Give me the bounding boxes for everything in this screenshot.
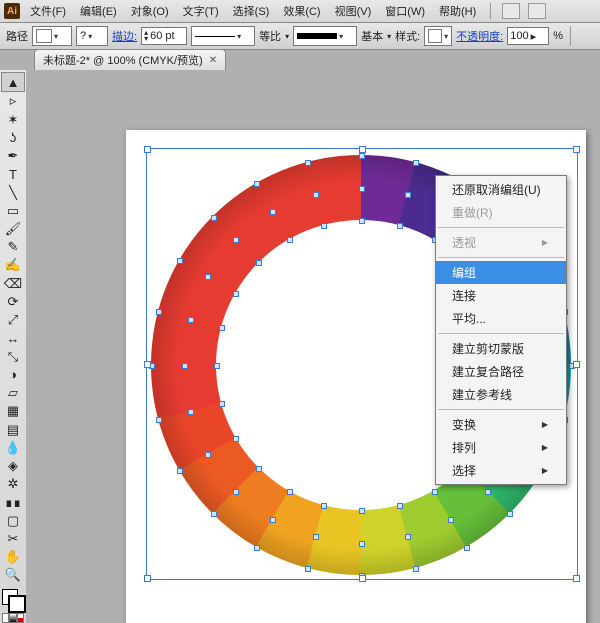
zoom-tool[interactable]: 🔍 [2, 566, 24, 584]
ctx-建立参考线[interactable]: 建立参考线 [436, 383, 566, 406]
paintbrush-tool[interactable]: 🖌 [2, 220, 24, 238]
handle-right-mid[interactable] [573, 361, 580, 368]
blob-brush-tool[interactable]: ✍ [2, 256, 24, 274]
stroke-weight-input[interactable]: ▴▾ 60 pt [141, 27, 187, 45]
menu-select[interactable]: 选择(S) [229, 1, 274, 21]
menu-window[interactable]: 窗口(W) [381, 1, 429, 21]
document-tab[interactable]: 未标题-2* @ 100% (CMYK/预览) ✕ [34, 49, 226, 70]
tab-bar: 未标题-2* @ 100% (CMYK/预览) ✕ [0, 50, 600, 71]
eyedropper-tool[interactable]: 💧 [2, 439, 24, 457]
document-tab-title: 未标题-2* @ 100% (CMYK/预览) [43, 52, 203, 68]
handle-left-mid[interactable] [144, 361, 151, 368]
scale-tool[interactable]: ⤢ [2, 311, 24, 329]
ctx-变换[interactable]: 变换 [436, 413, 566, 436]
column-graph-tool[interactable]: ∎∎ [2, 493, 24, 511]
magic-wand-tool[interactable]: ✶ [2, 110, 24, 128]
pencil-tool[interactable]: ✎ [2, 238, 24, 256]
symbol-sprayer-tool[interactable]: ✲ [2, 475, 24, 493]
basic-label: 基本 [361, 28, 383, 44]
opacity-unit: % [553, 30, 563, 42]
handle-bottom-right[interactable] [573, 575, 580, 582]
type-tool[interactable]: T [2, 165, 24, 183]
eraser-tool[interactable]: ⌫ [2, 275, 24, 293]
menu-file[interactable]: 文件(F) [26, 1, 70, 21]
ctx-还原取消编组U[interactable]: 还原取消编组(U) [436, 178, 566, 201]
ctx-建立剪切蒙版[interactable]: 建立剪切蒙版 [436, 337, 566, 360]
handle-top-right[interactable] [573, 146, 580, 153]
width-tool[interactable]: ↔ [2, 329, 24, 347]
brush-combo[interactable]: ▾ [191, 26, 255, 46]
rotate-tool[interactable]: ⟳ [2, 293, 24, 311]
fill-stroke-swatches[interactable] [2, 589, 24, 607]
menu-help[interactable]: 帮助(H) [435, 1, 480, 21]
slice-tool[interactable]: ✂ [2, 530, 24, 548]
lasso-tool[interactable]: ʖ [2, 129, 24, 147]
ctx-建立复合路径[interactable]: 建立复合路径 [436, 360, 566, 383]
menu-effect[interactable]: 效果(C) [279, 1, 324, 21]
ctx-平均[interactable]: 平均... [436, 307, 566, 330]
fill-swatch[interactable]: ▾ [32, 26, 72, 46]
handle-top-mid[interactable] [359, 146, 366, 153]
menu-edit[interactable]: 编辑(E) [76, 1, 121, 21]
menu-type[interactable]: 文字(T) [179, 1, 223, 21]
opacity-label[interactable]: 不透明度: [456, 28, 503, 44]
ctx-连接[interactable]: 连接 [436, 284, 566, 307]
ctx-透视: 透视 [436, 231, 566, 254]
selection-tool[interactable]: ▲ [1, 72, 25, 92]
gradient-tool[interactable]: ▤ [2, 420, 24, 438]
line-tool[interactable]: ╲ [2, 183, 24, 201]
close-icon[interactable]: ✕ [209, 55, 217, 66]
ctx-排列[interactable]: 排列 [436, 436, 566, 459]
blend-tool[interactable]: ◈ [2, 457, 24, 475]
free-transform-tool[interactable]: ⤡ [2, 348, 24, 366]
menubar: Ai 文件(F) 编辑(E) 对象(O) 文字(T) 选择(S) 效果(C) 视… [0, 0, 600, 23]
artboard-tool[interactable]: ▢ [2, 512, 24, 530]
hand-tool[interactable]: ✋ [2, 548, 24, 566]
profile-combo[interactable]: ▾ [293, 26, 357, 46]
tools-panel: ▲▹✶ʖ✒T╲▭🖌✎✍⌫⟳⤢↔⤡◑▱▦▤💧◈✲∎∎▢✂✋🔍 [0, 70, 27, 623]
handle-bottom-mid[interactable] [359, 575, 366, 582]
handle-bottom-left[interactable] [144, 575, 151, 582]
app-icon: Ai [4, 3, 20, 19]
shape-builder-tool[interactable]: ◑ [2, 366, 24, 384]
path-label: 路径 [6, 28, 28, 44]
mesh-tool[interactable]: ▦ [2, 402, 24, 420]
ctx-选择[interactable]: 选择 [436, 459, 566, 482]
perspective-tool[interactable]: ▱ [2, 384, 24, 402]
direct-selection-tool[interactable]: ▹ [2, 92, 24, 110]
pen-tool[interactable]: ✒ [2, 147, 24, 165]
handle-top-left[interactable] [144, 146, 151, 153]
uniform-label: 等比 [259, 28, 281, 44]
opacity-input[interactable]: 100 ▸ [507, 27, 549, 45]
help-combo[interactable]: ?▾ [76, 26, 108, 46]
options-bar: 路径 ▾ ?▾ 描边: ▴▾ 60 pt ▾ 等比▾ ▾ 基本▾ 样式: ▾ 不… [0, 23, 600, 50]
menu-object[interactable]: 对象(O) [127, 1, 173, 21]
style-label: 样式: [395, 28, 420, 44]
context-menu[interactable]: 还原取消编组(U)重做(R) 透视编组连接平均... 建立剪切蒙版建立复合路径建立参… [435, 175, 567, 485]
color-mode-picker[interactable] [2, 613, 24, 623]
menu-view[interactable]: 视图(V) [331, 1, 376, 21]
workspace-button[interactable] [528, 3, 546, 19]
ctx-编组[interactable]: 编组 [436, 261, 566, 284]
stroke-label[interactable]: 描边: [112, 28, 137, 44]
ctx-重做R: 重做(R) [436, 201, 566, 224]
style-combo[interactable]: ▾ [424, 26, 452, 46]
arrange-docs-button[interactable] [502, 3, 520, 19]
rectangle-tool[interactable]: ▭ [2, 202, 24, 220]
